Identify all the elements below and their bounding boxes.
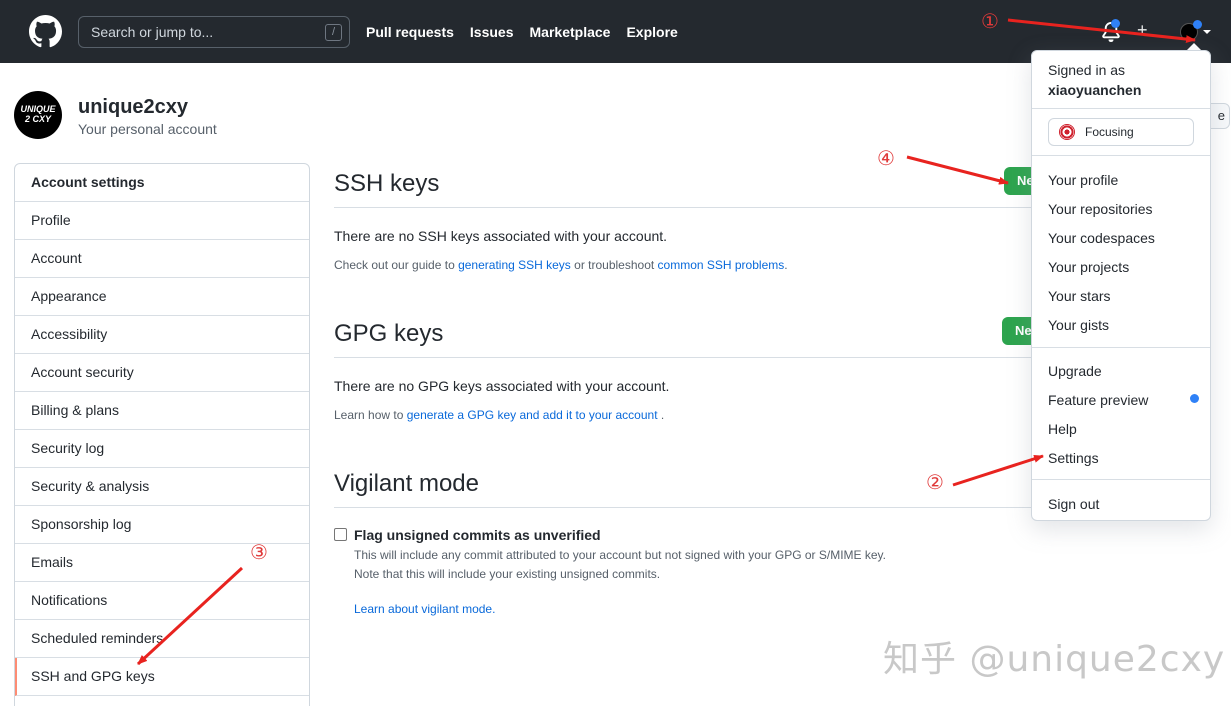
watermark: 知乎 @unique2cxy <box>883 639 1226 680</box>
annotation-arrow-3 <box>136 566 244 666</box>
annotation-arrow-2 <box>952 454 1044 487</box>
annotation-arrows <box>136 18 1196 666</box>
annotation-marker-4: ④ <box>877 146 895 170</box>
annotation-marker-2: ② <box>926 470 944 494</box>
annotation-marker-1: ① <box>981 9 999 33</box>
annotation-marker-3: ③ <box>250 540 268 564</box>
annotation-arrow-4 <box>906 155 1009 185</box>
annotation-arrow-1 <box>1007 18 1196 44</box>
